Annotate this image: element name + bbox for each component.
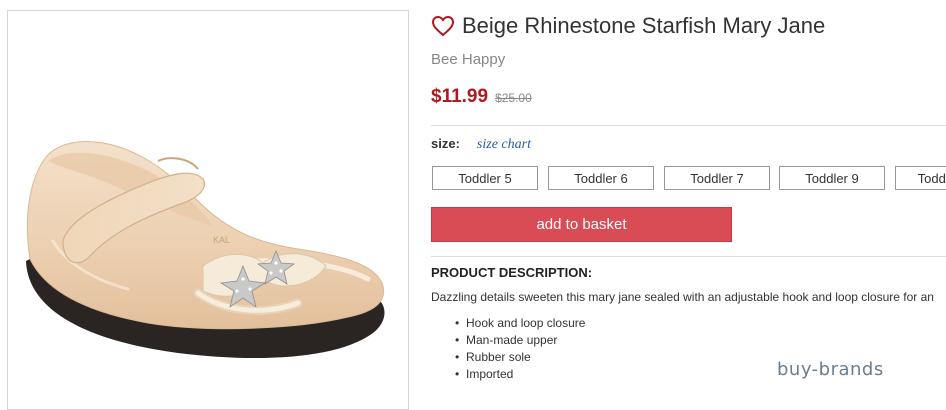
shoe-illustration: KAL xyxy=(26,141,385,359)
original-price: $25.00 xyxy=(495,91,532,105)
size-label: size: xyxy=(431,136,460,151)
product-brand[interactable]: Bee Happy xyxy=(431,51,505,68)
list-item: Man-made upper xyxy=(455,332,585,349)
product-header: Beige Rhinestone Starfish Mary Jane xyxy=(431,13,825,39)
size-option-toddler-7[interactable]: Toddler 7 xyxy=(664,166,770,190)
sale-price: $11.99 xyxy=(431,86,489,107)
divider xyxy=(431,256,946,257)
list-item: Hook and loop closure xyxy=(455,315,585,332)
description-heading: PRODUCT DESCRIPTION: xyxy=(431,265,593,280)
feature-list: Hook and loop closure Man-made upper Rub… xyxy=(455,315,585,383)
size-chart-link[interactable]: size chart xyxy=(477,137,531,153)
divider xyxy=(431,125,946,126)
product-image[interactable]: KAL xyxy=(7,10,409,410)
add-to-basket-button[interactable]: add to basket xyxy=(431,207,732,242)
size-selector-header: size: size chart xyxy=(431,136,531,153)
size-option-toddler-10[interactable]: Toddler 10 xyxy=(895,166,946,190)
svg-text:KAL: KAL xyxy=(213,235,230,245)
description-text: Dazzling details sweeten this mary jane … xyxy=(431,290,934,304)
size-option-toddler-5[interactable]: Toddler 5 xyxy=(432,166,538,190)
list-item: Rubber sole xyxy=(455,349,585,366)
product-title: Beige Rhinestone Starfish Mary Jane xyxy=(462,13,826,38)
list-item: Imported xyxy=(455,366,585,383)
watermark: buy-brands xyxy=(777,359,884,380)
price-block: $11.99 $25.00 xyxy=(431,86,532,108)
heart-outline-icon[interactable] xyxy=(431,15,455,37)
size-option-toddler-9[interactable]: Toddler 9 xyxy=(779,166,885,190)
size-options: Toddler 5 Toddler 6 Toddler 7 Toddler 9 … xyxy=(432,166,946,192)
size-option-toddler-6[interactable]: Toddler 6 xyxy=(548,166,654,190)
